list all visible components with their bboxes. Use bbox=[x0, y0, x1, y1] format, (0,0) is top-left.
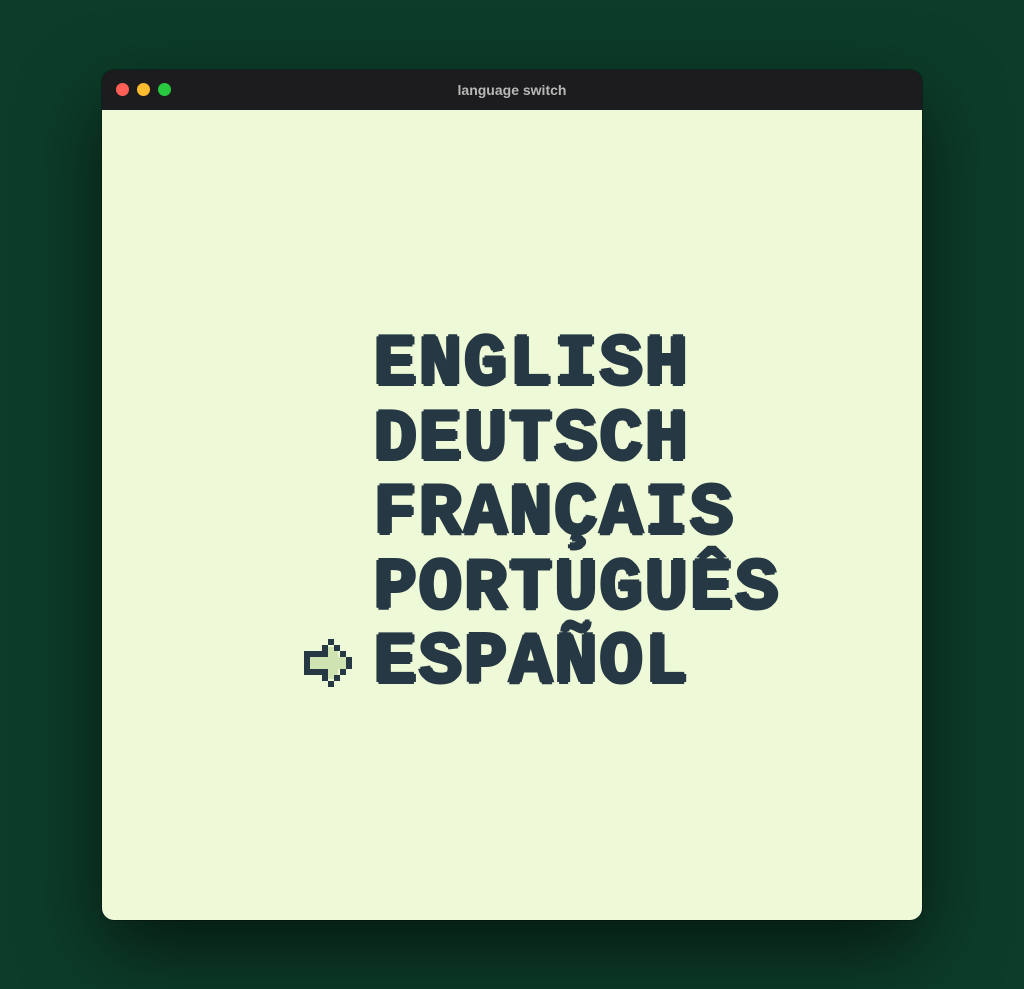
traffic-lights bbox=[116, 83, 171, 96]
titlebar: language switch bbox=[102, 70, 922, 110]
menu-item-francais[interactable]: FRANÇAIS bbox=[284, 479, 781, 550]
language-label: ENGLISH bbox=[374, 330, 690, 401]
menu-item-english[interactable]: ENGLISH bbox=[284, 330, 781, 401]
cursor-slot bbox=[284, 637, 374, 691]
window-minimize-button[interactable] bbox=[137, 83, 150, 96]
window-title: language switch bbox=[102, 82, 922, 98]
window-zoom-button[interactable] bbox=[158, 83, 171, 96]
language-label: ESPAÑOL bbox=[374, 628, 690, 699]
language-label: DEUTSCH bbox=[374, 405, 690, 476]
menu-item-deutsch[interactable]: DEUTSCH bbox=[284, 405, 781, 476]
language-menu: ENGLISH DEUTSCH FRANÇAIS PORTUGUÊS bbox=[244, 330, 781, 699]
language-label: PORTUGUÊS bbox=[374, 554, 781, 625]
app-window: language switch ENGLISH DEUTSCH FRANÇAIS… bbox=[102, 70, 922, 920]
menu-item-espanol[interactable]: ESPAÑOL bbox=[284, 628, 781, 699]
arrow-right-icon bbox=[300, 637, 358, 691]
menu-item-portugues[interactable]: PORTUGUÊS bbox=[284, 554, 781, 625]
window-content: ENGLISH DEUTSCH FRANÇAIS PORTUGUÊS bbox=[102, 110, 922, 920]
window-close-button[interactable] bbox=[116, 83, 129, 96]
language-label: FRANÇAIS bbox=[374, 479, 736, 550]
